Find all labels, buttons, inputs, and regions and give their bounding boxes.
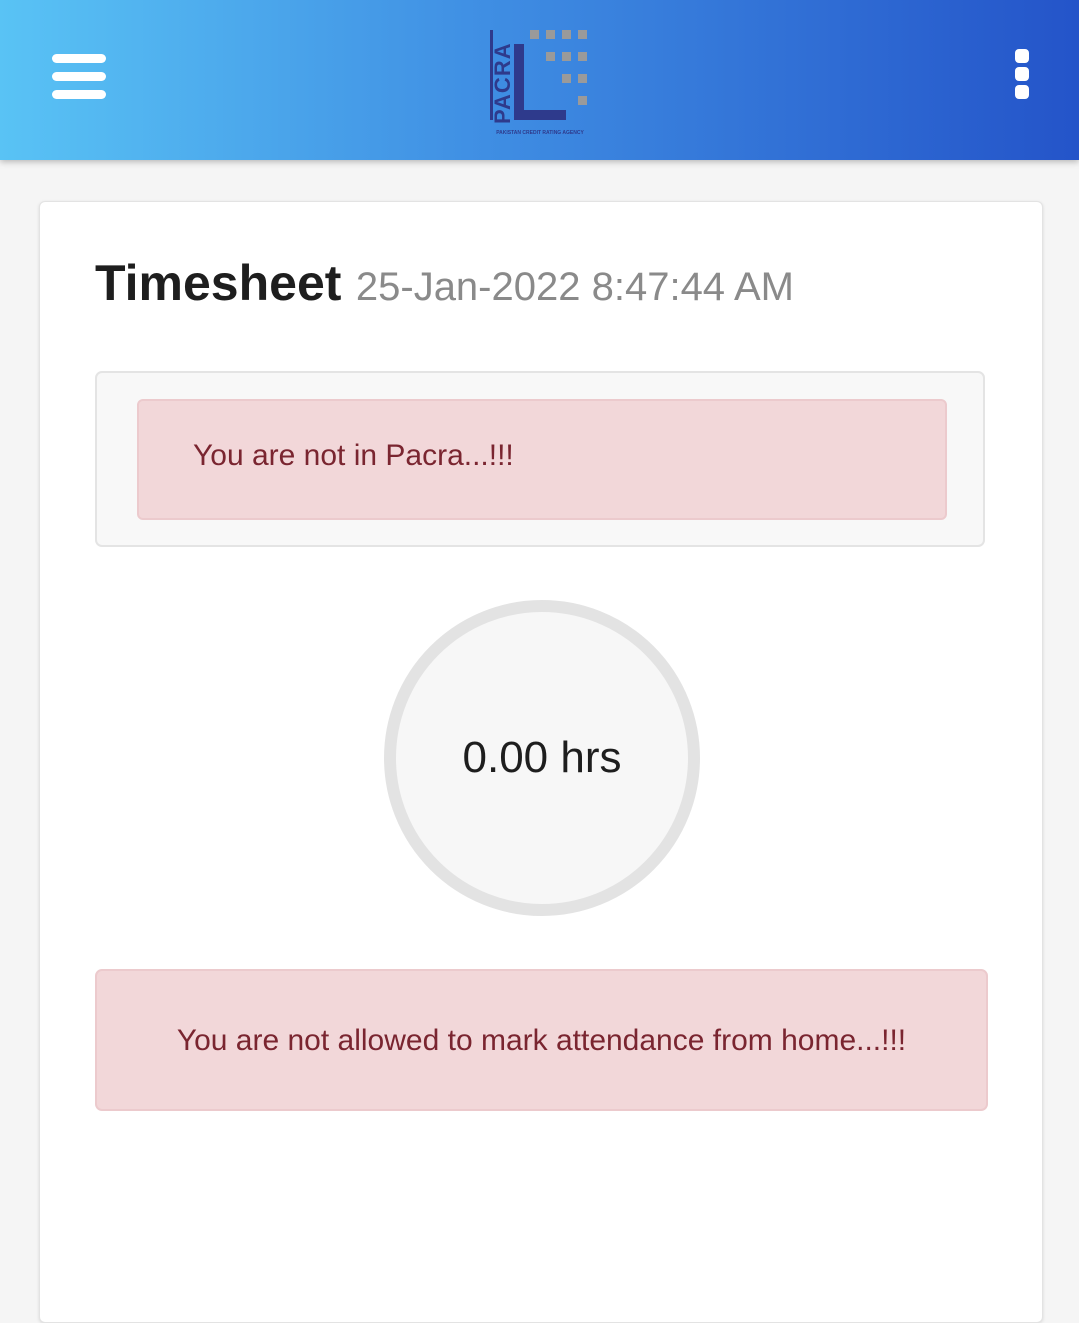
more-vertical-icon[interactable]	[1003, 45, 1041, 105]
location-status-panel: You are not in Pacra...!!!	[95, 371, 985, 547]
pacra-logo: PACRA PAKISTAN CREDIT RATING AGENCY	[490, 30, 587, 136]
timesheet-header: Timesheet 25-Jan-2022 8:47:44 AM	[95, 254, 794, 312]
location-alert: You are not in Pacra...!!!	[137, 399, 947, 520]
attendance-alert: You are not allowed to mark attendance f…	[95, 969, 988, 1111]
page-title: Timesheet	[95, 255, 342, 311]
current-datetime: 25-Jan-2022 8:47:44 AM	[355, 265, 794, 309]
app-header: PACRA PAKISTAN CREDIT RATING AGENCY	[0, 0, 1079, 160]
attendance-alert-text: You are not allowed to mark attendance f…	[176, 1023, 907, 1057]
logo-brand-text: PACRA	[490, 42, 515, 124]
logo-tagline: PAKISTAN CREDIT RATING AGENCY	[496, 130, 584, 136]
location-alert-text: You are not in Pacra...!!!	[193, 439, 514, 472]
timesheet-card: Timesheet 25-Jan-2022 8:47:44 AM You are…	[39, 201, 1043, 1323]
hamburger-menu-icon[interactable]	[50, 52, 108, 102]
hours-counter: 0.00 hrs	[384, 600, 700, 916]
hours-value: 0.00 hrs	[462, 733, 622, 782]
